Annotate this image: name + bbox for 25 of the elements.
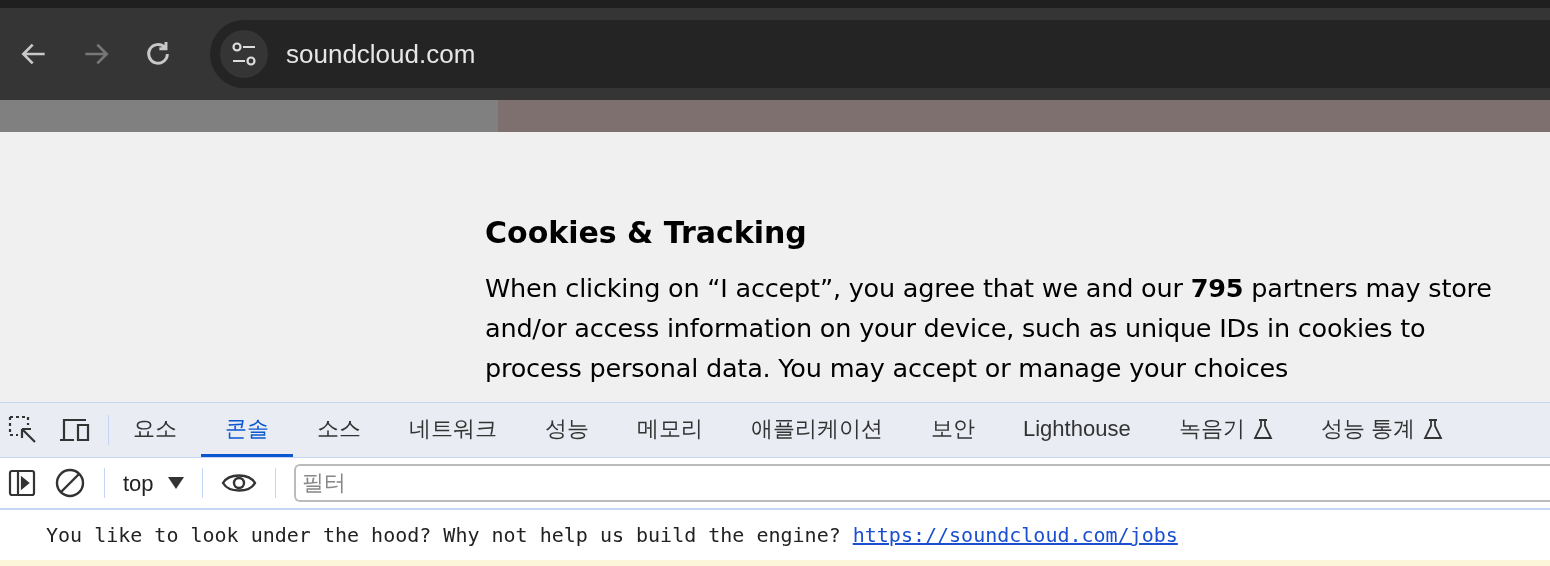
- devtools-tab[interactable]: 네트워크: [385, 403, 521, 457]
- caret-icon: [167, 477, 184, 489]
- inspect-icon[interactable]: [8, 415, 38, 445]
- device-toolbar-icon[interactable]: [58, 417, 90, 443]
- devtools-tab[interactable]: 성능: [521, 403, 613, 457]
- filter-field[interactable]: 필터: [293, 464, 1550, 502]
- context-dropdown[interactable]: top: [123, 466, 184, 500]
- eye-icon[interactable]: [220, 471, 257, 495]
- console-message: You like to look under the hood? Why not help us build the engine?: [46, 522, 841, 549]
- devtools-tab[interactable]: 녹음기: [1154, 403, 1297, 457]
- devtools-tab[interactable]: 소스: [293, 403, 385, 457]
- jobs-link[interactable]: https://soundcloud.com/jobs: [852, 520, 1178, 550]
- devtools-tab[interactable]: 성능 통계: [1296, 403, 1467, 457]
- devtools-tab[interactable]: Lighthouse: [999, 403, 1155, 457]
- devtools-tab[interactable]: 요소: [109, 403, 201, 457]
- clear-console-icon[interactable]: [54, 467, 86, 499]
- sidebar-toggle-icon[interactable]: [8, 469, 36, 497]
- paragraph: When clicking on “I accept”, you agree that we and our 795 partners may store and/or access information on your device, such as unique IDs in cookies to process personal data. You may accept or manage your choices: [485, 272, 1493, 385]
- site-settings-icon[interactable]: [220, 30, 268, 78]
- url-text: soundcloud.com: [286, 37, 476, 71]
- devtools-tab[interactable]: 애플리케이션: [727, 403, 907, 457]
- heading: Cookies & Tracking: [485, 214, 808, 252]
- address-bar[interactable]: soundcloud.com: [210, 20, 1550, 88]
- devtools-tab[interactable]: 보안: [907, 403, 999, 457]
- devtools-tab[interactable]: 메모리: [613, 403, 727, 457]
